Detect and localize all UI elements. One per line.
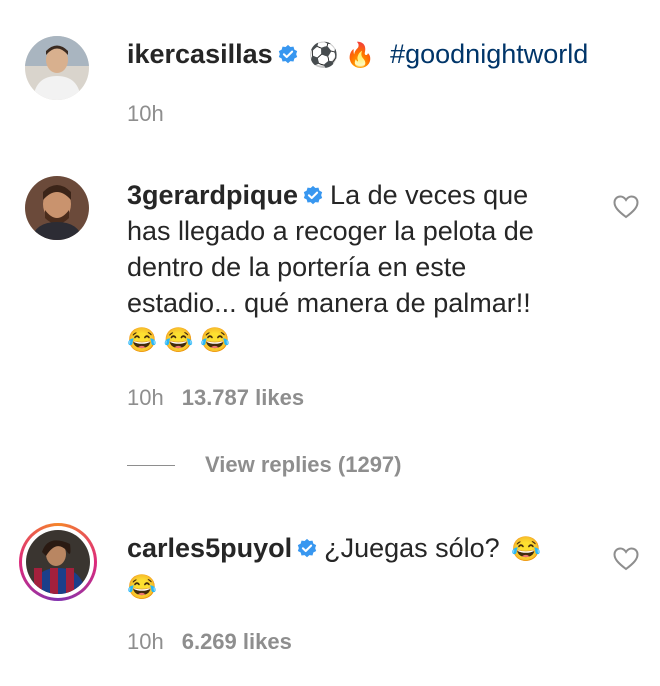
- comment-puyol-body: ¿Juegas sólo?: [324, 533, 500, 563]
- post-time[interactable]: 10h: [127, 101, 164, 126]
- comment-pique-emojis: 😂 😂 😂: [127, 327, 230, 354]
- comment-puyol-username[interactable]: carles5puyol: [127, 533, 292, 563]
- comment-pique-likes[interactable]: 13.787 likes: [182, 385, 304, 410]
- comment-pique-meta: 10h 13.787 likes: [127, 385, 304, 411]
- comment-pique-text: 3gerardpique La de veces que has llegado …: [127, 177, 590, 359]
- post-username[interactable]: ikercasillas: [127, 39, 273, 69]
- post-caption: ikercasillas ⚽ 🔥 #goodnightworld: [127, 36, 590, 74]
- comment-pique-line-2: has llegado a recoger la pelota de: [127, 216, 534, 246]
- verified-badge-icon: [297, 538, 317, 558]
- comment-pique-time[interactable]: 10h: [127, 385, 164, 410]
- hashtag-link[interactable]: #goodnightworld: [390, 39, 588, 69]
- comment-puyol-emoji-line: 😂: [127, 574, 157, 601]
- replies-divider: [127, 464, 175, 466]
- heart-icon[interactable]: [612, 194, 640, 220]
- comment-pique-username[interactable]: 3gerardpique: [127, 180, 298, 210]
- comment-pique-line-1: La de veces que: [330, 180, 529, 210]
- view-replies-button[interactable]: View replies (1297): [127, 452, 402, 478]
- post-meta: 10h: [127, 101, 182, 127]
- verified-badge-icon: [303, 185, 323, 205]
- avatar-carles5puyol[interactable]: [26, 530, 90, 594]
- comment-puyol-meta: 10h 6.269 likes: [127, 629, 292, 655]
- comment-puyol-time[interactable]: 10h: [127, 629, 164, 654]
- comment-puyol-trail-emoji: 😂: [511, 536, 542, 563]
- comment-pique-line-4: estadio... qué manera de palmar!!: [127, 288, 531, 318]
- comment-pique-line-3: dentro de la portería en este: [127, 252, 467, 282]
- verified-badge-icon: [278, 44, 297, 64]
- comment-puyol-likes[interactable]: 6.269 likes: [182, 629, 292, 654]
- comment-puyol-text: carles5puyol ¿Juegas sólo? 😂 😂: [127, 530, 590, 606]
- caption-emojis: ⚽ 🔥: [308, 42, 376, 69]
- view-replies-label[interactable]: View replies (1297): [205, 452, 402, 478]
- avatar-ikercasillas[interactable]: [25, 36, 89, 100]
- avatar-3gerardpique[interactable]: [25, 176, 89, 240]
- heart-icon[interactable]: [612, 546, 640, 572]
